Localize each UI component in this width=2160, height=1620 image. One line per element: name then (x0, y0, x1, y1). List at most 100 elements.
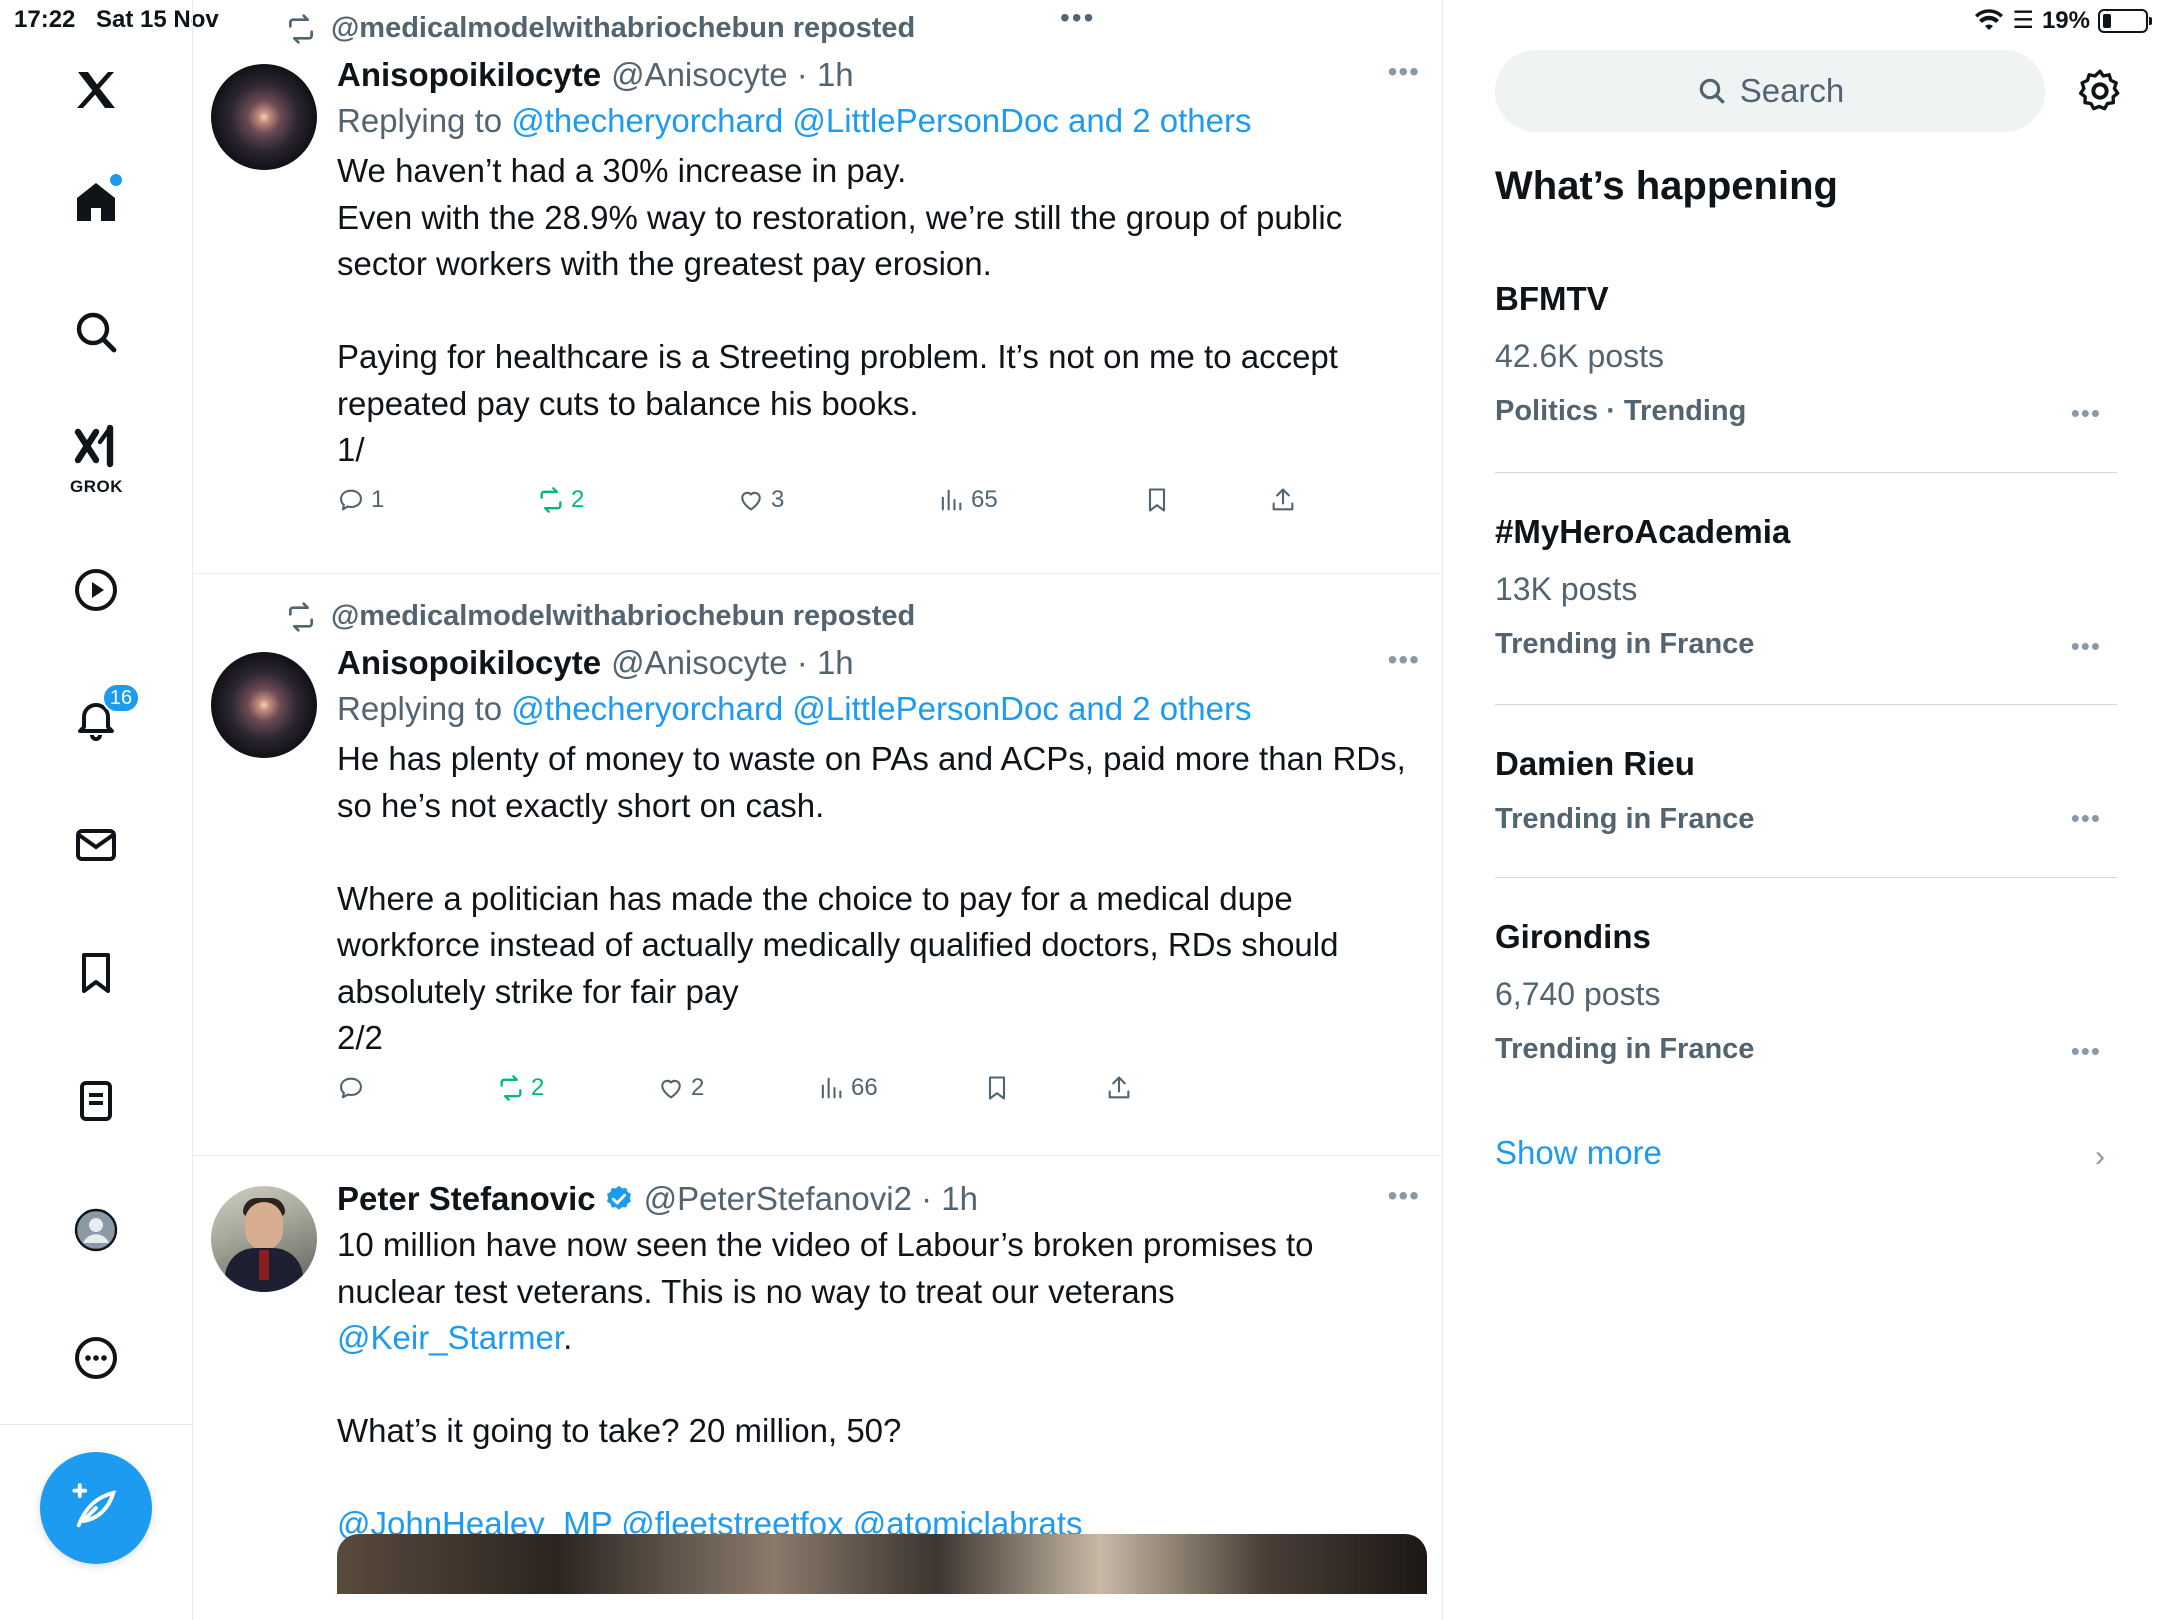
views-button[interactable]: 65 (937, 486, 998, 514)
trend-title: Girondins (1495, 918, 1651, 955)
post-actions: 2 2 66 (337, 1074, 1428, 1114)
grok-label: GROK (70, 477, 123, 496)
post[interactable]: @medicalmodelwithabriochebun reposted An… (193, 574, 1442, 1156)
post[interactable]: @medicalmodelwithabriochebun reposted An… (193, 0, 1442, 574)
trend-meta: Trending in France (1495, 628, 1755, 660)
chevron-right-icon[interactable]: › (2095, 1140, 2105, 1174)
avatar[interactable] (211, 652, 317, 758)
nav-more[interactable] (56, 1318, 136, 1398)
trend-more-icon[interactable]: ••• (2071, 803, 2101, 834)
mail-icon (76, 829, 116, 861)
post[interactable]: Peter Stefanovic @PeterStefanovi2 · 1h •… (193, 1156, 1442, 1620)
trend-posts: 13K posts (1495, 571, 1638, 607)
x-logo-icon[interactable] (56, 50, 136, 130)
nav-lists[interactable] (56, 1061, 136, 1141)
avatar[interactable] (211, 1186, 317, 1292)
post-more-icon[interactable]: ••• (1388, 644, 1420, 676)
post-media-image[interactable] (337, 1534, 1427, 1594)
compose-post-button[interactable] (40, 1452, 152, 1564)
nav-bookmarks[interactable] (56, 933, 136, 1013)
repost-button[interactable]: 2 (497, 1074, 544, 1102)
post-content: Peter Stefanovic @PeterStefanovi2 · 1h •… (337, 1180, 1428, 1548)
like-button[interactable]: 2 (657, 1074, 704, 1102)
nav-search[interactable] (56, 292, 136, 372)
left-sidebar: GROK 16 (0, 0, 193, 1620)
more-circle-icon (75, 1337, 117, 1379)
repost-button[interactable]: 2 (537, 486, 584, 514)
search-icon (76, 312, 117, 353)
reply-button[interactable]: 1 (337, 486, 384, 514)
trend-item[interactable]: Damien Rieu Trending in France ••• (1495, 745, 2117, 836)
post-header: Anisopoikilocyte @Anisocyte · 1h (337, 56, 1428, 94)
nav-messages[interactable] (56, 805, 136, 885)
list-icon (80, 1081, 112, 1121)
trend-item[interactable]: Girondins 6,740 posts Trending in France… (1495, 918, 2117, 1066)
share-button[interactable] (1105, 1074, 1133, 1102)
post-header: Peter Stefanovic @PeterStefanovi2 · 1h (337, 1180, 1428, 1218)
play-circle-icon (75, 569, 117, 611)
trend-item[interactable]: #MyHeroAcademia 13K posts Trending in Fr… (1495, 513, 2117, 661)
author-name[interactable]: Anisopoikilocyte (337, 56, 601, 94)
show-more-link[interactable]: Show more (1495, 1134, 1662, 1172)
replying-to-links[interactable]: @thecheryorchard @LittlePersonDoc and 2 … (511, 102, 1251, 139)
repost-by-text: @medicalmodelwithabriochebun reposted (331, 12, 916, 44)
search-icon (1699, 78, 1725, 104)
post-content: Anisopoikilocyte @Anisocyte · 1h ••• Rep… (337, 644, 1428, 1114)
post-more-icon[interactable]: ••• (1388, 56, 1420, 88)
trend-divider (1495, 877, 2117, 878)
like-button[interactable]: 3 (737, 486, 784, 514)
reply-count: 1 (371, 485, 385, 513)
nav-home[interactable] (56, 162, 136, 242)
trend-more-icon[interactable]: ••• (2071, 1036, 2101, 1067)
nav-video[interactable] (56, 550, 136, 630)
trend-title: Damien Rieu (1495, 745, 1695, 782)
post-actions: 1 2 3 65 (337, 486, 1428, 526)
share-button[interactable] (1269, 486, 1297, 514)
repost-count: 2 (531, 1073, 545, 1101)
replying-to-links[interactable]: @thecheryorchard @LittlePersonDoc and 2 … (511, 690, 1251, 727)
trend-more-icon[interactable]: ••• (2071, 398, 2101, 429)
nav-notifications[interactable]: 16 (56, 679, 140, 759)
repost-icon (289, 13, 313, 44)
views-chart-icon (941, 489, 962, 510)
right-sidebar: Search What’s happening BFMTV 42.6K post… (1443, 0, 2160, 1620)
repost-icon (540, 486, 562, 513)
nav-profile[interactable] (56, 1190, 136, 1270)
compose-feather-icon (72, 1483, 117, 1528)
reply-button[interactable] (337, 1074, 371, 1102)
post-text-punct: . (563, 1319, 573, 1356)
gear-icon[interactable] (2075, 66, 2125, 116)
bookmark-button[interactable] (1143, 486, 1171, 514)
trend-posts: 6,740 posts (1495, 976, 1661, 1012)
like-count: 3 (771, 485, 785, 513)
views-count: 66 (851, 1073, 878, 1101)
search-bar[interactable]: Search (1495, 50, 2045, 132)
trend-item[interactable]: BFMTV 42.6K posts Politics · Trending ••… (1495, 280, 2117, 428)
author-handle[interactable]: @PeterStefanovi2 · 1h (644, 1180, 978, 1218)
views-button[interactable]: 66 (817, 1074, 878, 1102)
author-name[interactable]: Peter Stefanovic (337, 1180, 596, 1218)
trend-more-icon[interactable]: ••• (2071, 631, 2101, 662)
reply-icon (340, 489, 362, 510)
author-handle[interactable]: @Anisocyte · 1h (611, 56, 854, 94)
verified-badge-icon (606, 1185, 631, 1210)
author-handle[interactable]: @Anisocyte · 1h (611, 644, 854, 682)
trend-title: BFMTV (1495, 280, 1609, 317)
repost-icon (289, 601, 313, 632)
bookmark-icon (1148, 487, 1166, 512)
post-more-icon[interactable]: ••• (1388, 1180, 1420, 1212)
avatar[interactable] (211, 64, 317, 170)
author-name[interactable]: Anisopoikilocyte (337, 644, 601, 682)
bookmark-button[interactable] (983, 1074, 1011, 1102)
trend-title: #MyHeroAcademia (1495, 513, 1791, 550)
bookmark-icon (988, 1075, 1006, 1100)
trend-meta: Trending in France (1495, 1033, 1755, 1065)
replying-to: Replying to @thecheryorchard @LittlePers… (337, 690, 1428, 728)
views-count: 65 (971, 485, 998, 513)
heart-icon (661, 1079, 681, 1098)
mention-link[interactable]: @Keir_Starmer (337, 1319, 563, 1356)
trend-divider (1495, 704, 2117, 705)
nav-grok[interactable] (56, 416, 136, 476)
replying-to-prefix: Replying to (337, 690, 512, 727)
post-text: We haven’t had a 30% increase in pay. Ev… (337, 152, 1343, 468)
